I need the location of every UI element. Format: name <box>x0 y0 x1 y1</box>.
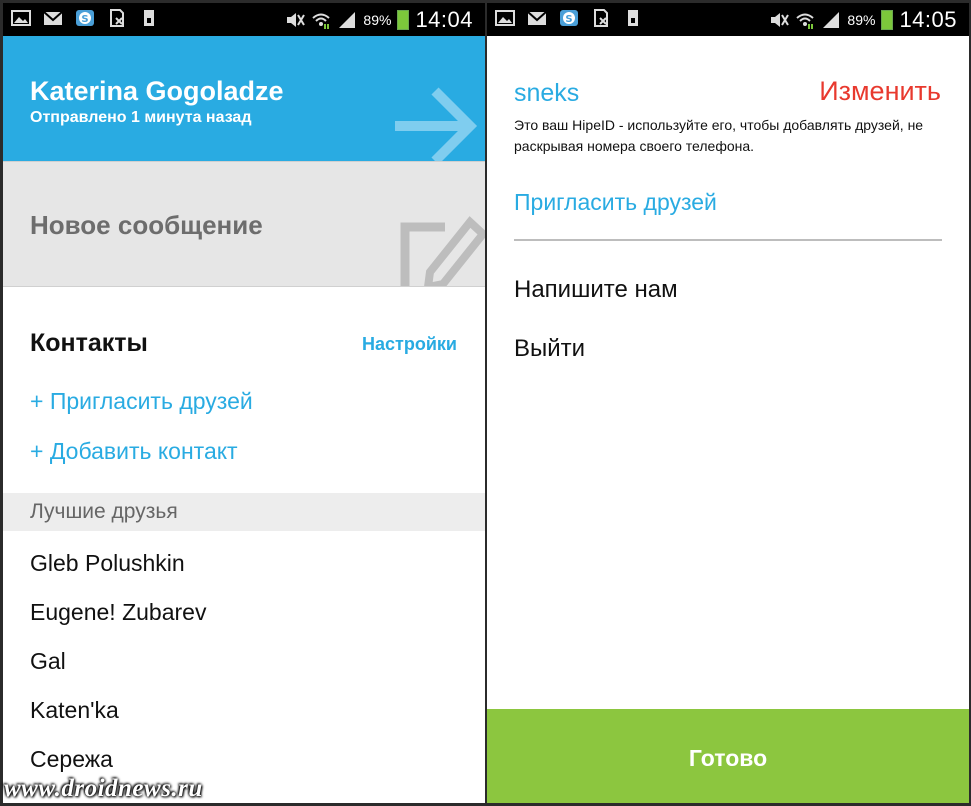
mute-icon <box>285 11 306 29</box>
contact-item[interactable]: Сережа <box>30 746 113 773</box>
battery-icon <box>397 10 410 30</box>
divider <box>514 239 942 241</box>
section-label: Лучшие друзья <box>30 500 178 523</box>
wifi-icon <box>795 11 815 29</box>
sender-name: Katerina Gogoladze <box>30 76 284 106</box>
watermark: www.droidnews.ru <box>4 775 203 802</box>
svg-text:S: S <box>565 14 572 25</box>
contact-item[interactable]: Eugene! Zubarev <box>30 599 206 626</box>
compose-icon <box>400 216 485 286</box>
gmail-icon <box>527 9 547 27</box>
gallery-icon <box>495 9 515 27</box>
clock: 14:04 <box>415 7 473 32</box>
status-bar: S 89% 14:04 <box>3 3 485 36</box>
settings-link[interactable]: Настройки <box>362 334 457 355</box>
hipe-id-description: Это ваш HipeID - используйте его, чтобы … <box>514 117 924 154</box>
battery-percent: 89% <box>363 12 392 28</box>
contact-item[interactable]: Katen'ka <box>30 697 119 724</box>
invite-friends-link[interactable]: Пригласить друзей <box>514 189 717 216</box>
sim-no-signal-icon <box>107 9 127 27</box>
contact-item[interactable]: Gleb Polushkin <box>30 550 185 577</box>
best-friends-section-header: Лучшие друзья <box>3 493 485 531</box>
battery-percent: 89% <box>847 12 876 28</box>
contact-item[interactable]: Gal <box>30 648 66 675</box>
signal-icon <box>337 11 357 29</box>
new-message-label: Новое сообщение <box>30 210 263 240</box>
gmail-icon <box>43 9 63 27</box>
left-phone-screen: S 89% 14:04 Katerina Gogoladze Отправлен… <box>3 3 485 803</box>
invite-friends-link[interactable]: + Пригласить друзей <box>30 388 253 415</box>
app-s-icon: S <box>75 9 95 27</box>
battery-icon <box>881 10 894 30</box>
mute-icon <box>769 11 790 29</box>
arrow-right-icon <box>395 87 478 161</box>
status-bar: S 89% 14:05 <box>487 3 969 36</box>
add-contact-link[interactable]: + Добавить контакт <box>30 438 238 465</box>
hipe-id-username: sneks <box>514 79 580 107</box>
wifi-icon <box>311 11 331 29</box>
sent-time: Отправлено 1 минута назад <box>30 109 252 126</box>
svg-text:S: S <box>81 14 88 25</box>
gallery-icon <box>11 9 31 27</box>
contact-us-item[interactable]: Напишите нам <box>514 276 678 304</box>
done-label: Готово <box>688 745 768 771</box>
change-username-link[interactable]: Изменить <box>819 76 941 107</box>
right-phone-screen: S 89% 14:05 sneks Изменить Это ваш HipeI… <box>487 3 969 803</box>
new-message-button[interactable]: Новое сообщение <box>3 161 485 287</box>
clock: 14:05 <box>899 7 957 32</box>
sim-no-signal-icon <box>591 9 611 27</box>
contacts-title: Контакты <box>30 329 148 357</box>
app-s-icon: S <box>559 9 579 27</box>
logout-item[interactable]: Выйти <box>514 335 585 363</box>
sd-card-icon <box>139 9 159 27</box>
sd-card-icon <box>623 9 643 27</box>
signal-icon <box>821 11 841 29</box>
done-button[interactable]: Готово <box>487 709 969 803</box>
latest-message-banner[interactable]: Katerina Gogoladze Отправлено 1 минута н… <box>3 36 485 161</box>
